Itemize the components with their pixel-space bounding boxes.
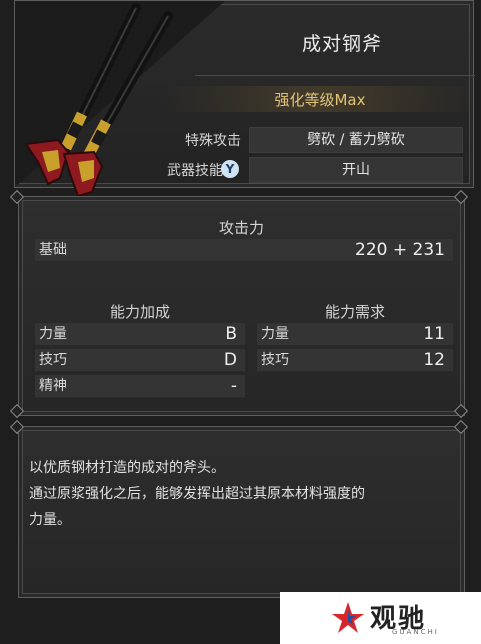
weapon-skill-value: 开山 (249, 157, 463, 183)
requirement-row: 技巧 12 (257, 349, 453, 372)
description-line: 以优质钢材打造的成对的斧头。 (29, 460, 225, 476)
scaling-header: 能力加成 (109, 303, 170, 321)
watermark-subtext: GUANCHI (392, 628, 439, 636)
watermark: 观驰 GUANCHI (280, 592, 481, 644)
description-panel: 以优质钢材打造的成对的斧头。 通过原浆强化之后，能够发挥出超过其原本材料强度的 … (18, 426, 465, 598)
scaling-row: 力量 B (35, 323, 245, 346)
star-logo-icon (332, 602, 364, 633)
requirement-label: 技巧 (261, 352, 289, 368)
stats-panel: 攻击力 基础 220 + 231 能力加成 能力需求 力量 B 技巧 D 精神 … (18, 196, 465, 416)
upgrade-level-text: 强化等级Max (274, 91, 366, 109)
weapon-title: 成对钢斧 (301, 33, 382, 55)
scaling-label: 精神 (39, 378, 67, 394)
requirement-value: 11 (423, 324, 445, 344)
attack-header: 攻击力 (218, 219, 264, 237)
scaling-value: B (225, 324, 237, 344)
description-line: 通过原浆强化之后，能够发挥出超过其原本材料强度的 (29, 486, 365, 502)
weapon-description: 以优质钢材打造的成对的斧头。 通过原浆强化之后，能够发挥出超过其原本材料强度的 … (29, 455, 461, 533)
title-divider (195, 75, 475, 76)
scaling-row: 精神 - (35, 375, 245, 398)
requirement-row: 力量 11 (257, 323, 453, 346)
scaling-value: - (230, 376, 237, 396)
y-button-icon[interactable]: Y (221, 160, 239, 178)
scaling-label: 力量 (39, 326, 67, 342)
scaling-row: 技巧 D (35, 349, 245, 372)
scaling-label: 技巧 (39, 352, 67, 368)
base-attack-value: 220 + 231 (355, 240, 445, 260)
twin-axe-icon (24, 3, 173, 198)
special-attack-value: 劈砍 / 蓄力劈砍 (249, 127, 463, 153)
description-line: 力量。 (29, 512, 71, 528)
requirement-value: 12 (423, 350, 445, 370)
scaling-value: D (223, 350, 237, 370)
requirements-header: 能力需求 (324, 303, 385, 321)
base-attack-label: 基础 (39, 242, 67, 258)
requirement-label: 力量 (261, 326, 289, 342)
base-attack-row: 基础 220 + 231 (35, 239, 453, 262)
